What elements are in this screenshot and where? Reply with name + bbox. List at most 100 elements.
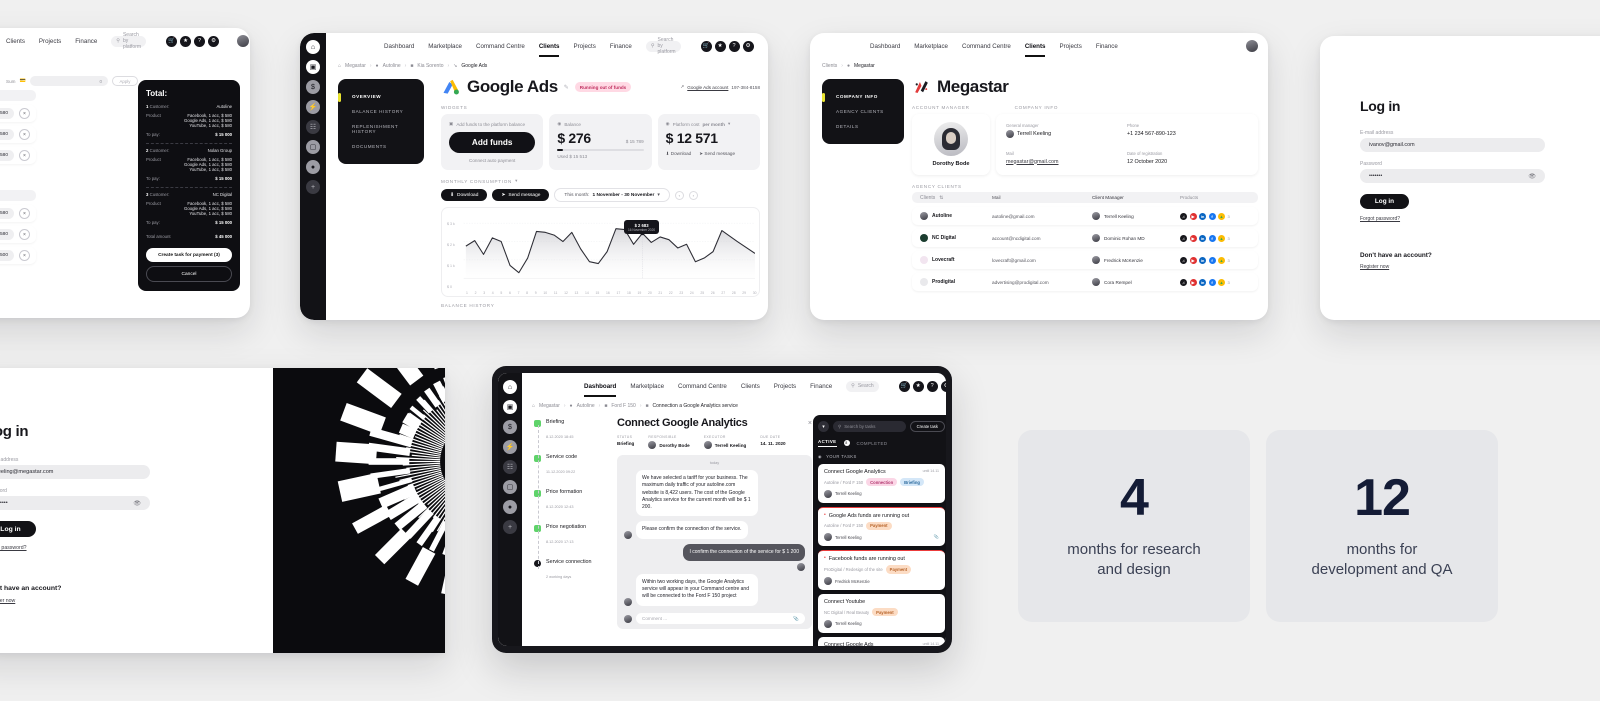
table-row[interactable]: NC Digital account@ncdigital.com Dominic… [912,229,1258,247]
row-amount[interactable]: $ 580 [0,150,14,161]
google-ads-icon[interactable]: ▲ [1218,212,1225,220]
help-icon[interactable]: ? [926,380,938,392]
breadcrumb-item[interactable]: Autoline [577,403,595,409]
email-field[interactable]: Keeling@megastar.com [0,465,150,479]
sidebar-item-details[interactable]: DETAILS [831,119,895,134]
youtube-icon[interactable]: ▶ [1189,256,1197,264]
cart-icon[interactable]: 🛒 [898,380,910,392]
row-amount[interactable]: $ 500 [0,250,14,261]
nav-dashboard[interactable]: Dashboard [384,43,414,50]
prev-period-button[interactable]: ‹ [674,190,684,200]
youtube-icon[interactable]: ▶ [1189,212,1197,220]
row-amount[interactable]: $ 580 [0,208,14,219]
nav-clients[interactable]: Clients [6,38,25,45]
tab-active[interactable]: ACTIVE [818,439,837,447]
remove-icon[interactable]: × [19,108,30,119]
dashboard-icon[interactable]: ▣ [503,400,517,414]
send-message-button[interactable]: ➤ Send message [492,189,550,201]
dashboard-icon[interactable]: ▣ [306,60,320,74]
nav-command-centre[interactable]: Command Centre [678,383,727,390]
bolt-icon[interactable]: ⚡ [503,440,517,454]
eye-icon[interactable]: 👁 [133,500,141,507]
tiktok-icon[interactable]: ♫ [1180,212,1187,220]
home-icon[interactable]: ⌂ [532,403,535,409]
sum-input[interactable]: 0 [29,76,108,86]
tiktok-icon[interactable]: ♫ [1180,234,1187,242]
eye-icon[interactable]: 👁 [1528,173,1536,180]
table-row[interactable]: Lovecraft lovecraft@gmail.com Fredrick M… [912,251,1258,269]
home-icon[interactable]: ⌂ [306,40,320,54]
add-funds-button[interactable]: Add funds [449,132,536,153]
finance-icon[interactable]: $ [306,80,320,94]
column-header[interactable]: Clients [920,195,935,201]
nav-command-centre[interactable]: Command Centre [476,43,525,50]
attachment-icon[interactable]: 📎 [793,616,799,622]
nav-projects[interactable]: Projects [573,43,595,50]
gear-icon[interactable]: ⚙ [940,380,946,392]
bolt-icon[interactable]: ⚡ [306,100,320,114]
field-value-link[interactable]: megastar@gmail.com [1006,159,1127,165]
register-link[interactable]: Register now [1360,264,1545,270]
gear-icon[interactable]: ⚙ [208,35,220,47]
more-count[interactable]: 3 [1228,258,1230,263]
google-ads-icon[interactable]: ▲ [1218,256,1225,264]
facebook-icon[interactable]: f [1208,278,1216,286]
register-link[interactable]: Register now [0,598,150,604]
login-button[interactable]: Log in [0,521,36,537]
chevron-down-icon[interactable]: ▾ [515,178,518,184]
bell-icon[interactable]: ★ [714,40,726,52]
create-task-button[interactable]: Create task [909,421,945,432]
apply-button[interactable]: Apply [112,76,138,86]
breadcrumb-item[interactable]: Megastar [345,63,366,69]
nav-finance[interactable]: Finance [75,38,97,45]
linkedin-icon[interactable]: in [1199,278,1206,286]
table-row[interactable]: 08d09560d $ 580 × [0,105,36,122]
breadcrumb-item[interactable]: Kia Sorento [417,63,443,69]
task-item[interactable]: • Facebook funds are running out ProDigi… [818,550,945,591]
add-icon[interactable]: + [503,520,517,534]
task-item[interactable]: Connect Google Ads until 14.11 Autoline … [818,636,945,646]
nav-marketplace[interactable]: Marketplace [630,383,664,390]
report-icon[interactable]: ▢ [306,140,320,154]
more-count[interactable]: 3 [1228,214,1230,219]
login-button[interactable]: Log in [1360,194,1409,209]
breadcrumb-item[interactable]: Autoline [383,63,401,69]
bell-icon[interactable]: ★ [912,380,924,392]
sidebar-item-company-info[interactable]: COMPANY INFO [822,89,895,104]
timeline-item[interactable]: Service code 11.12.2020 09:22 [534,454,606,478]
search-input[interactable]: ⚲ Search by platform [645,37,681,55]
table-row[interactable]: Autoline autoline@gmail.com Terrell Keel… [912,207,1258,225]
remove-icon[interactable]: × [19,129,30,140]
search-input[interactable]: ⚲ Search [846,380,879,392]
facebook-icon[interactable]: f [1208,234,1216,242]
nav-finance[interactable]: Finance [610,43,632,50]
chevron-down-icon[interactable]: ▾ [728,121,730,127]
cancel-button[interactable]: Cancel [146,266,232,282]
linkedin-icon[interactable]: in [1199,256,1206,264]
help-icon[interactable]: ? [194,35,206,47]
connect-auto-payment-link[interactable]: Connect auto payment [449,158,535,163]
sidebar-item-balance-history[interactable]: BALANCE HISTORY [347,104,415,119]
table-row[interactable]: $ 500 × [0,247,36,264]
remove-icon[interactable]: × [19,250,30,261]
search-input[interactable]: ⚲ Search by platform [111,32,147,50]
attachment-icon[interactable]: 📎 [934,534,939,540]
finance-icon[interactable]: $ [503,420,517,434]
breadcrumb-item[interactable]: Megastar [539,403,560,409]
nav-marketplace[interactable]: Marketplace [428,43,462,50]
tab-completed[interactable]: COMPLETED [857,441,888,446]
nav-command-centre[interactable]: Command Centre [962,43,1011,50]
forgot-password-link[interactable]: Forgot password? [1360,216,1545,222]
table-row[interactable]: 034daa81 $ 580 × [0,126,36,143]
linkedin-icon[interactable]: in [1199,212,1206,220]
row-amount[interactable]: $ 580 [0,129,14,140]
remove-icon[interactable]: × [19,208,30,219]
forgot-password-link[interactable]: Forgot password? [0,545,150,551]
nav-projects[interactable]: Projects [39,38,61,45]
nav-marketplace[interactable]: Marketplace [914,43,948,50]
home-icon[interactable]: ⌂ [338,63,341,69]
avatar[interactable] [1246,40,1258,52]
more-count[interactable]: 3 [1228,280,1230,285]
add-icon[interactable]: + [306,180,320,194]
timeline-item[interactable]: Price negotiation 8.12.2020 17:13 [534,524,606,548]
